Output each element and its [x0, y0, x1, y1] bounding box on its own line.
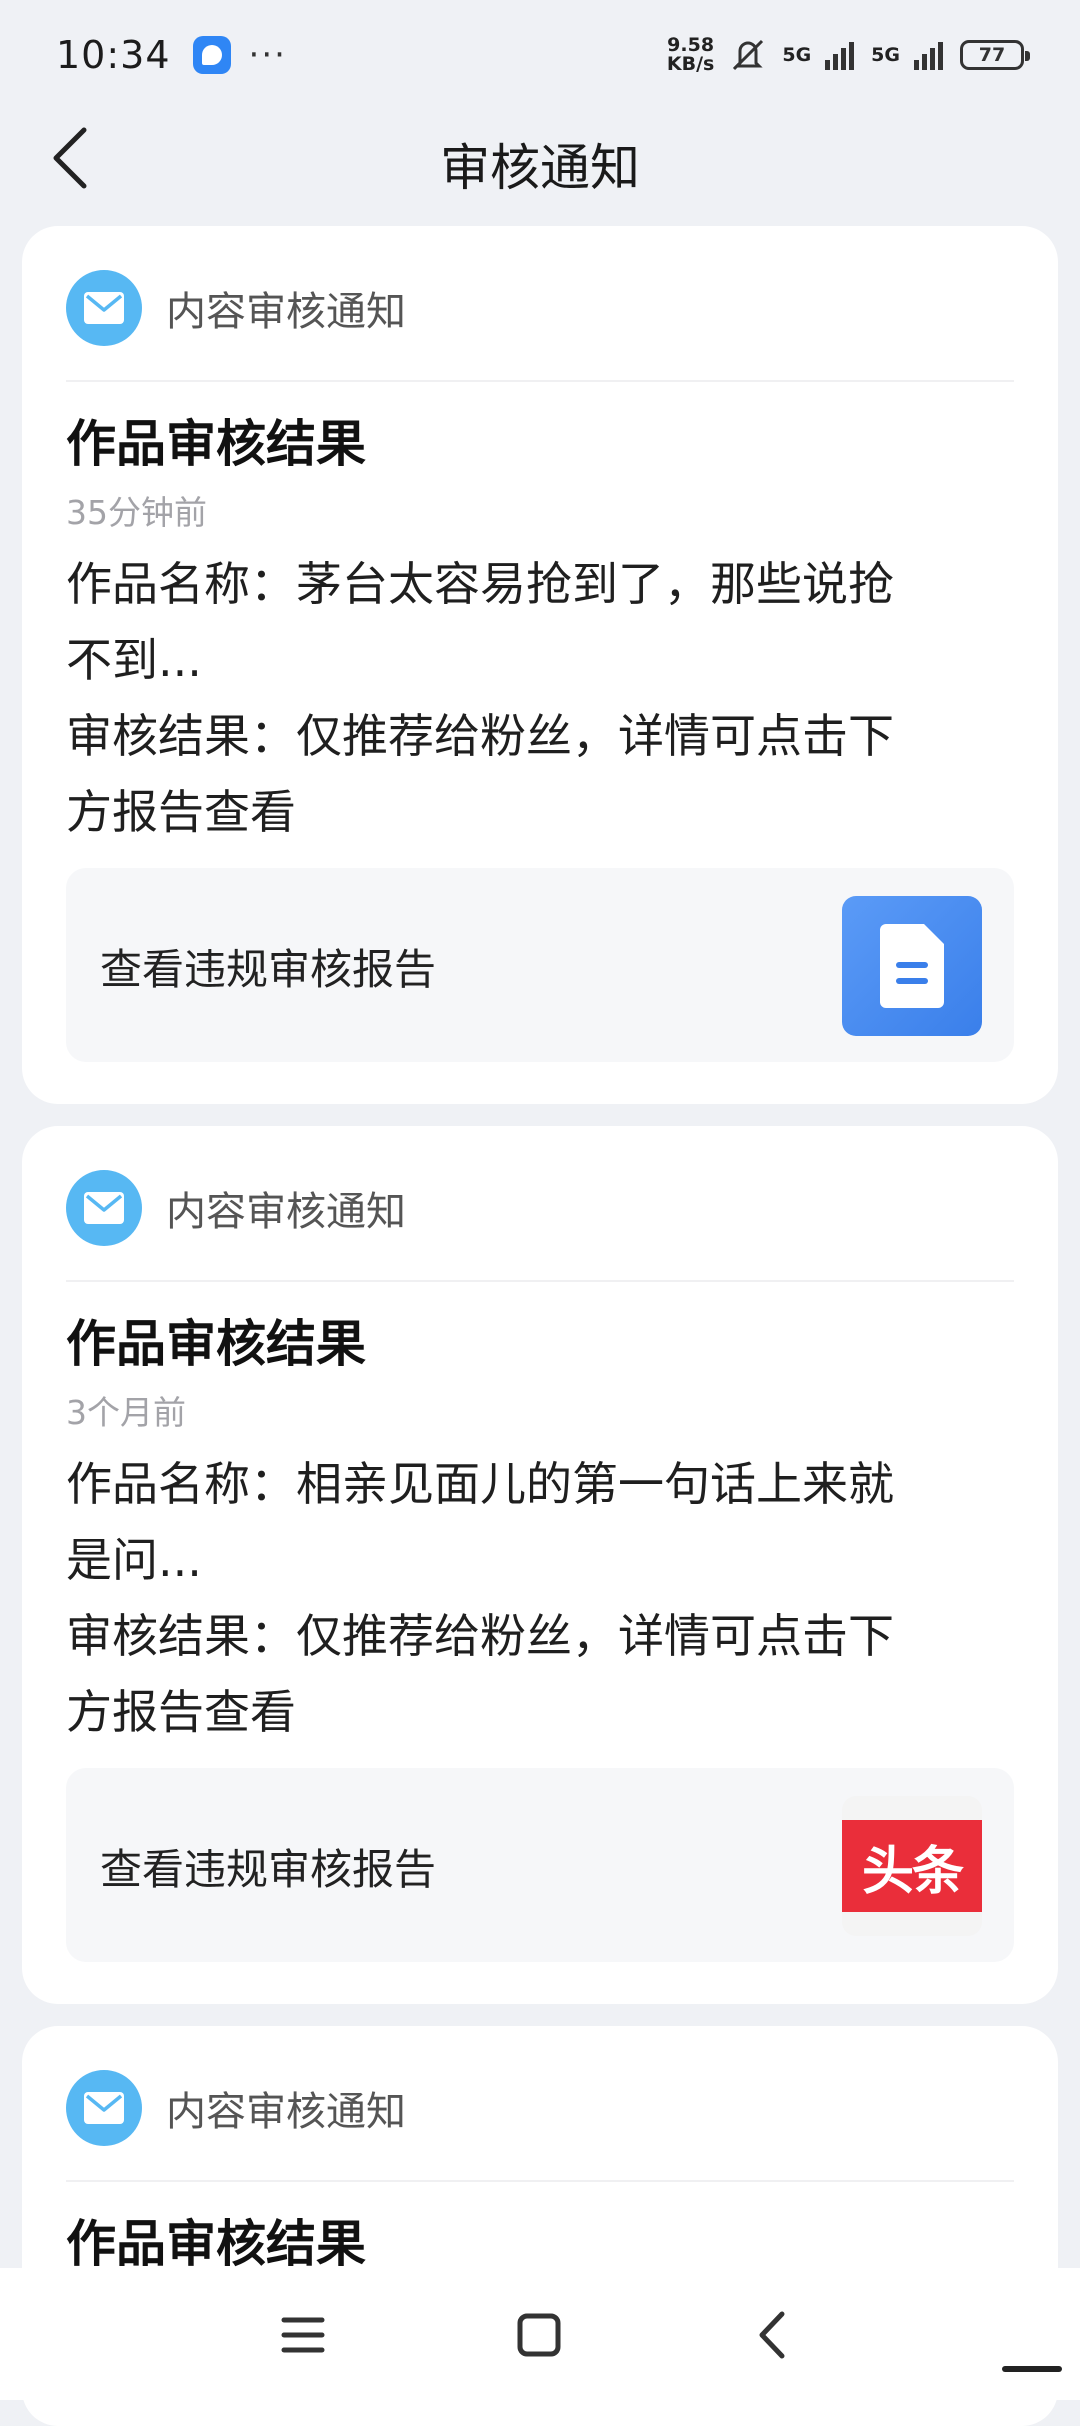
mute-icon: [733, 39, 764, 71]
notification-time: 35分钟前: [66, 493, 207, 532]
status-time: 10:34: [56, 33, 171, 77]
app-notification-icon: [192, 36, 231, 74]
work-name-line: 是问...: [66, 1533, 202, 1587]
divider: [66, 380, 1014, 382]
divider: [66, 1280, 1014, 1282]
work-name-line: 作品名称：相亲见面儿的第一句话上来就: [66, 1457, 894, 1511]
toutiao-logo-text: 头条: [842, 1820, 982, 1912]
document-icon: [842, 896, 982, 1036]
signal-icon: [914, 42, 943, 70]
work-name-line: 作品名称：茅台太容易抢到了，那些说抢: [66, 557, 894, 611]
home-icon[interactable]: [504, 2300, 574, 2370]
notification-title: 作品审核结果: [66, 415, 366, 473]
notification-title: 作品审核结果: [66, 1315, 366, 1373]
view-report-label: 查看违规审核报告: [100, 1845, 437, 1894]
mail-icon: [66, 2070, 142, 2146]
notification-body: 作品名称：相亲见面儿的第一句话上来就 是问... 审核结果：仅推荐给粉丝，详情可…: [66, 1446, 1006, 1750]
card-header: 内容审核通知: [66, 270, 406, 346]
notification-title: 作品审核结果: [66, 2215, 366, 2273]
battery-icon: 77: [960, 40, 1030, 70]
card-header: 内容审核通知: [66, 1170, 406, 1246]
notification-time: 3个月前: [66, 1393, 186, 1432]
gesture-pill: [1002, 2366, 1062, 2372]
mail-icon: [66, 1170, 142, 1246]
review-result-line: 方报告查看: [66, 785, 296, 839]
page-title: 审核通知: [440, 139, 640, 197]
header: 审核通知: [0, 110, 1080, 206]
notification-card[interactable]: 内容审核通知 作品审核结果 35分钟前 作品名称：茅台太容易抢到了，那些说抢 不…: [22, 226, 1058, 1104]
system-nav-bar: [0, 2268, 1080, 2400]
network-speed: 9.58 KB/s: [667, 36, 714, 74]
mail-icon: [66, 270, 142, 346]
notification-card[interactable]: 内容审核通知 作品审核结果 3个月前 作品名称：相亲见面儿的第一句话上来就 是问…: [22, 1126, 1058, 2004]
view-report-button[interactable]: 查看违规审核报告 头条: [66, 1768, 1014, 1962]
card-header: 内容审核通知: [66, 2070, 406, 2146]
more-notifications-icon: ···: [248, 35, 287, 75]
notification-category: 内容审核通知: [166, 2089, 406, 2135]
notification-category: 内容审核通知: [166, 1189, 406, 1235]
work-name-line: 不到...: [66, 633, 202, 687]
back-icon[interactable]: [740, 2300, 810, 2370]
review-result-line: 审核结果：仅推荐给粉丝，详情可点击下: [66, 709, 894, 763]
sim1-network: 5G: [782, 44, 812, 66]
view-report-button[interactable]: 查看违规审核报告: [66, 868, 1014, 1062]
review-result-line: 方报告查看: [66, 1685, 296, 1739]
network-speed-unit: KB/s: [666, 53, 715, 75]
toutiao-logo: 头条: [842, 1796, 982, 1936]
review-result-line: 审核结果：仅推荐给粉丝，详情可点击下: [66, 1609, 894, 1663]
divider: [66, 2180, 1014, 2182]
signal-icon: [825, 42, 855, 70]
notification-category: 内容审核通知: [166, 289, 406, 335]
sim2-network: 5G: [871, 44, 900, 66]
status-bar: 10:34 ··· 9.58 KB/s 5G 5G 77: [0, 0, 1080, 110]
menu-icon[interactable]: [268, 2300, 338, 2370]
notification-body: 作品名称：茅台太容易抢到了，那些说抢 不到... 审核结果：仅推荐给粉丝，详情可…: [66, 546, 1006, 850]
view-report-label: 查看违规审核报告: [100, 945, 437, 994]
